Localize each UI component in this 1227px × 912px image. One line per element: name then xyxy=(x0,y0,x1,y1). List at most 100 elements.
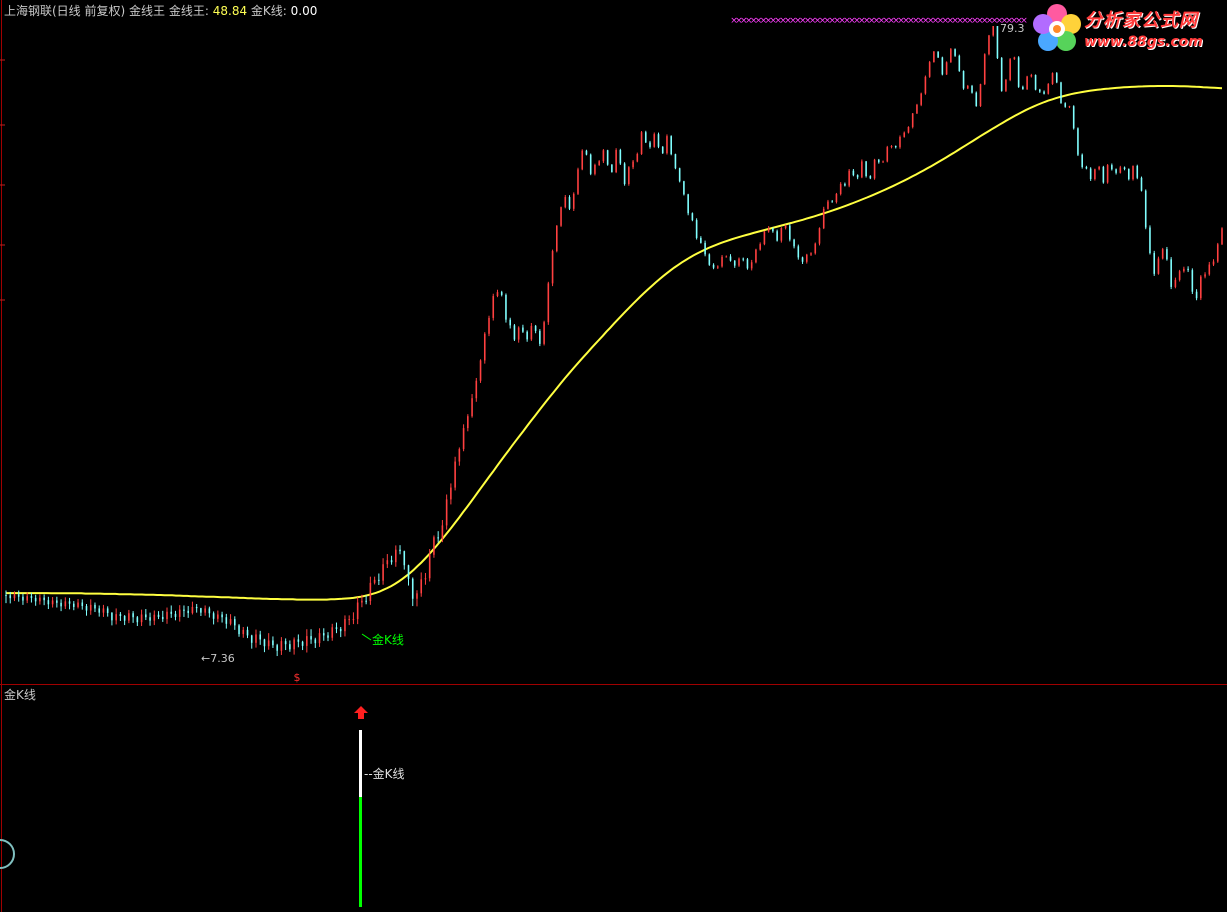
candle-body xyxy=(661,146,664,154)
candle-body xyxy=(170,611,173,614)
candle-body xyxy=(589,154,592,174)
candle-body xyxy=(810,253,812,255)
candle-body xyxy=(539,330,541,344)
candle-body xyxy=(598,161,600,165)
candle-body xyxy=(72,603,75,607)
candle-body xyxy=(704,242,706,255)
candle-body xyxy=(789,225,791,240)
candle-body xyxy=(1051,73,1054,85)
candle-body xyxy=(1081,154,1083,167)
candle-body xyxy=(475,380,478,399)
candle-body xyxy=(297,639,300,642)
candle-body xyxy=(890,145,893,148)
candle-body xyxy=(763,231,766,245)
gold-k-bar-top xyxy=(359,730,362,797)
candle-body xyxy=(68,601,71,604)
candle-body xyxy=(471,398,473,417)
logo-title: 分析家公式网 xyxy=(1084,10,1198,31)
candle-body xyxy=(267,640,270,647)
candle-body xyxy=(98,608,101,613)
candle-body xyxy=(721,256,723,267)
candle-body xyxy=(581,150,584,170)
candle-body xyxy=(1085,166,1088,169)
candle-body xyxy=(1030,74,1033,77)
candle-body xyxy=(971,85,973,93)
candle-body xyxy=(814,243,817,254)
candle-body xyxy=(954,49,956,56)
candle-body xyxy=(255,634,257,643)
chart-canvas[interactable]: ××××××××××××××××××××××××××××××××××××××××… xyxy=(0,0,1227,912)
candle-body xyxy=(259,634,262,640)
candle-body xyxy=(102,608,105,613)
candle-body xyxy=(119,614,122,617)
candle-body xyxy=(140,614,143,623)
candle-body xyxy=(1102,166,1105,183)
candle-body xyxy=(1144,190,1147,228)
candle-body xyxy=(153,614,156,621)
candle-body xyxy=(907,126,910,133)
main-panel[interactable] xyxy=(0,0,1227,912)
candle-body xyxy=(572,193,575,209)
candle-body xyxy=(653,134,656,147)
candle-body xyxy=(1208,264,1211,275)
candle-body xyxy=(242,629,245,635)
candle-body xyxy=(979,84,982,107)
candle-body xyxy=(793,239,795,247)
candle-body xyxy=(47,600,50,605)
candle-body xyxy=(496,292,499,297)
candle-body xyxy=(1111,165,1113,170)
candle-body xyxy=(250,635,253,643)
candle-body xyxy=(636,154,639,162)
candle-body xyxy=(670,136,672,155)
candle-body xyxy=(51,600,54,605)
metric2-label: 金K线: xyxy=(250,4,287,18)
candle-body xyxy=(1115,169,1117,173)
candle-body xyxy=(805,254,808,262)
candle-body xyxy=(318,633,321,644)
candle-body xyxy=(1123,167,1126,170)
candle-body xyxy=(34,597,37,602)
candle-body xyxy=(289,644,291,650)
candle-body xyxy=(996,26,999,59)
candle-body xyxy=(1157,258,1160,274)
candle-body xyxy=(1216,244,1219,262)
metric2-value: 0.00 xyxy=(290,4,318,18)
candle-body xyxy=(861,161,863,178)
candle-body xyxy=(386,560,389,565)
candle-body xyxy=(136,617,139,623)
candle-body xyxy=(183,609,185,611)
candle-body xyxy=(246,629,249,636)
candle-body xyxy=(178,609,181,617)
candle-body xyxy=(306,636,308,646)
candle-body xyxy=(988,35,990,55)
candle-body xyxy=(594,164,596,174)
sub-signal-label: --金K线 xyxy=(364,766,405,781)
candle-body xyxy=(339,628,342,632)
metric1-label: 金线王: xyxy=(168,4,209,18)
candle-body xyxy=(191,606,194,613)
candle-body xyxy=(1098,166,1100,170)
candle-body xyxy=(797,246,800,258)
candle-body xyxy=(1013,57,1016,60)
candle-body xyxy=(1077,128,1079,155)
candle-body xyxy=(272,640,274,646)
candle-body xyxy=(1191,270,1194,292)
marker-label: $ xyxy=(294,671,301,684)
candle-body xyxy=(284,641,287,645)
candle-body xyxy=(568,197,571,209)
candle-body xyxy=(700,237,702,243)
candle-body xyxy=(640,132,643,155)
candle-body xyxy=(420,579,423,594)
candle-body xyxy=(348,619,350,621)
candle-body xyxy=(1153,253,1156,274)
candle-body xyxy=(632,161,634,168)
candle-body xyxy=(564,197,567,208)
candle-body xyxy=(801,257,804,262)
candle-body xyxy=(1200,276,1202,299)
candle-body xyxy=(428,554,431,579)
candle-body xyxy=(437,537,439,539)
candle-body xyxy=(441,525,444,539)
candle-body xyxy=(742,258,745,260)
candle-body xyxy=(5,595,7,597)
candle-body xyxy=(755,249,757,263)
